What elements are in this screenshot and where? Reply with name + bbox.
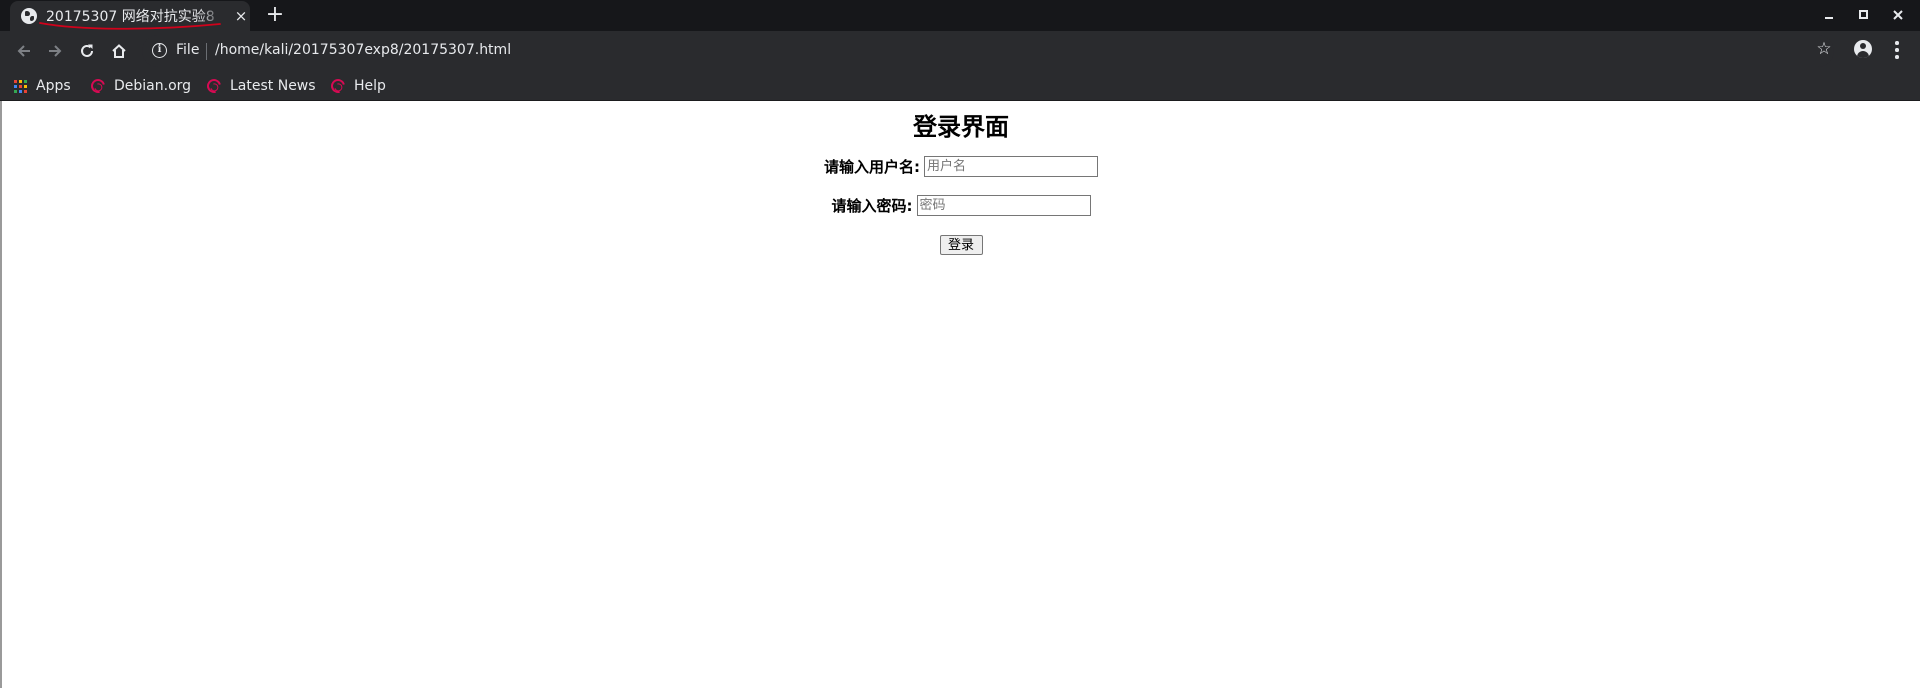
username-input[interactable] <box>924 156 1098 177</box>
minimize-button[interactable] <box>1813 2 1847 28</box>
info-icon[interactable]: i <box>152 43 167 58</box>
bookmark-label: Debian.org <box>114 78 192 94</box>
bookmark-label: Latest News <box>230 78 316 94</box>
username-label: 请输入用户名: <box>824 158 920 176</box>
password-label: 请输入密码: <box>831 197 913 215</box>
window-close-button[interactable] <box>1881 2 1915 28</box>
maximize-icon <box>1859 10 1868 19</box>
bookmark-apps[interactable]: Apps <box>14 75 71 97</box>
url-text[interactable]: /home/kali/20175307exp8/20175307.html <box>215 42 511 58</box>
arrow-right-icon <box>49 45 62 57</box>
bookmark-star-icon[interactable]: ☆ <box>1814 39 1834 59</box>
browser-toolbar: i File /home/kali/20175307exp8/20175307.… <box>0 31 1920 70</box>
reload-button[interactable] <box>72 36 102 66</box>
address-separator <box>206 43 207 60</box>
submit-row: 登录 <box>2 235 1920 255</box>
bookmark-latest-news[interactable]: Latest News <box>204 75 316 97</box>
login-button[interactable]: 登录 <box>939 235 983 255</box>
bookmark-debian-org[interactable]: Debian.org <box>88 75 192 97</box>
scheme-label: File <box>176 42 200 58</box>
bookmark-help[interactable]: Help <box>328 75 386 97</box>
maximize-button[interactable] <box>1847 2 1881 28</box>
red-annotation-underline <box>39 22 221 30</box>
kebab-menu-icon[interactable] <box>1890 40 1904 60</box>
tab-close-button[interactable]: × <box>232 7 250 25</box>
password-row: 请输入密码: <box>2 195 1920 216</box>
page-viewport: 登录界面 请输入用户名: 请输入密码: 登录 <box>0 101 1920 688</box>
minimize-icon <box>1825 17 1833 19</box>
back-button[interactable] <box>9 36 39 66</box>
home-icon <box>112 44 126 58</box>
username-row: 请输入用户名: <box>2 156 1920 177</box>
debian-swirl-icon <box>204 76 224 96</box>
page-title: 登录界面 <box>913 113 1009 141</box>
tab-strip: 20175307 网络对抗实验8 × + <box>0 0 1920 31</box>
globe-icon <box>21 8 37 24</box>
close-icon <box>1893 10 1903 20</box>
password-input[interactable] <box>916 195 1091 216</box>
reload-icon <box>81 44 93 57</box>
debian-swirl-icon <box>328 76 348 96</box>
new-tab-button[interactable]: + <box>262 2 288 28</box>
home-button[interactable] <box>104 36 134 66</box>
bookmarks-bar: Apps Debian.org Latest News Help <box>0 70 1920 101</box>
forward-button[interactable] <box>40 36 70 66</box>
address-bar[interactable]: i File /home/kali/20175307exp8/20175307.… <box>142 35 1834 67</box>
bookmark-label: Help <box>354 78 386 94</box>
profile-avatar-icon[interactable] <box>1854 40 1872 58</box>
bookmark-label: Apps <box>36 78 71 94</box>
apps-grid-icon <box>14 79 27 93</box>
arrow-left-icon <box>17 45 30 57</box>
debian-swirl-icon <box>88 76 108 96</box>
browser-chrome: 20175307 网络对抗实验8 × + i File /home/kali/2… <box>0 0 1920 101</box>
